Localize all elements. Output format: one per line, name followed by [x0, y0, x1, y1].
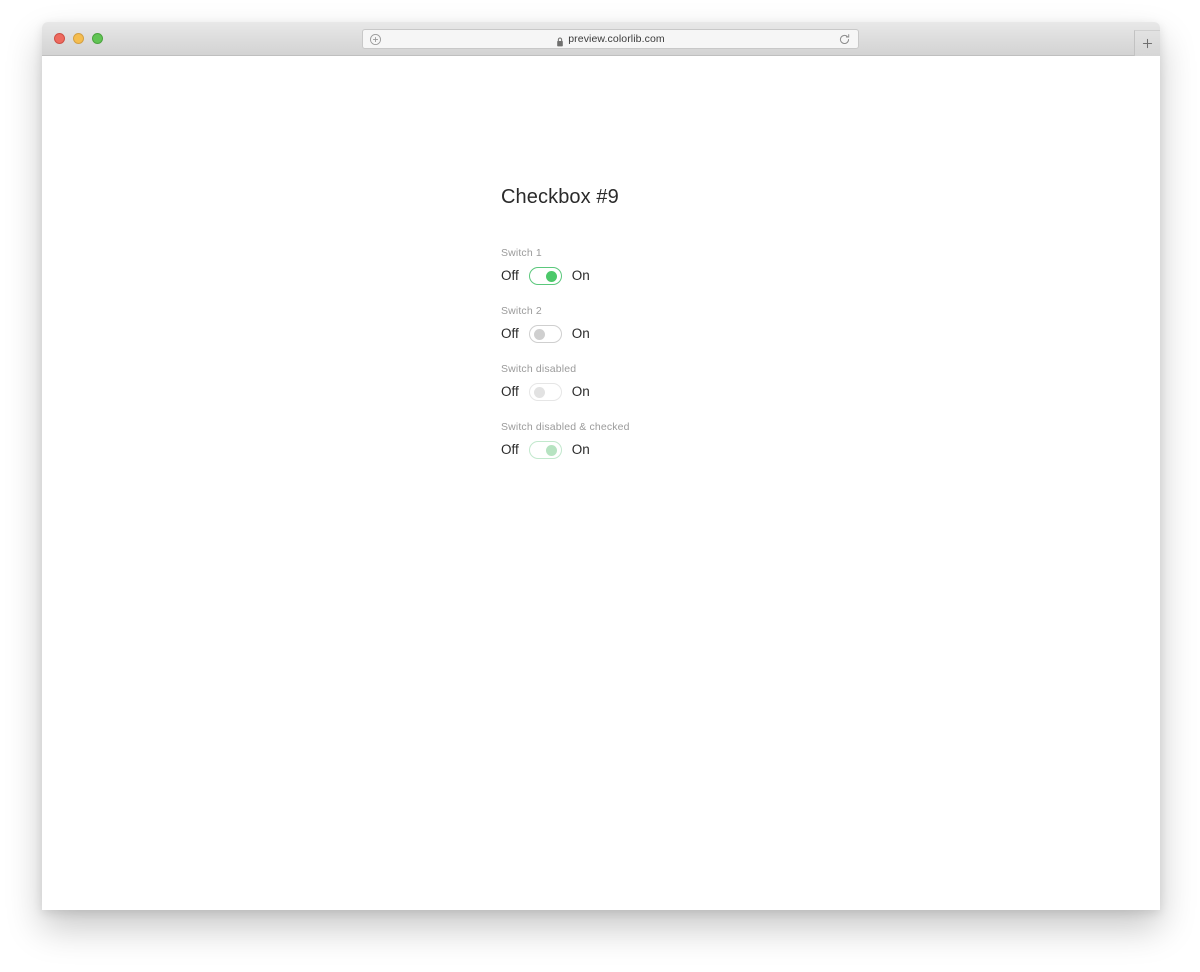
- toggle-switch-2[interactable]: [528, 325, 562, 343]
- toggle-knob-1: [545, 271, 557, 282]
- switch-group-2: Switch 2 Off On: [501, 305, 1021, 343]
- switch-group-3: Switch disabled Off On: [501, 363, 1021, 401]
- lock-icon: [556, 34, 564, 47]
- close-window-button[interactable]: [54, 33, 65, 44]
- switch-on-text-4: On: [571, 442, 590, 458]
- content-container: Checkbox #9 Switch 1 Off On Switch 2 Off: [501, 186, 1021, 479]
- reload-icon[interactable]: [838, 33, 851, 46]
- minimize-window-button[interactable]: [73, 33, 84, 44]
- switch-on-text-2: On: [571, 326, 590, 342]
- switch-off-text-3: Off: [501, 384, 519, 400]
- switch-on-text-3: On: [571, 384, 590, 400]
- browser-titlebar: preview.colorlib.com: [42, 22, 1160, 56]
- switch-label-2: Switch 2: [501, 305, 542, 317]
- toggle-switch-3-disabled: [528, 383, 562, 401]
- switch-on-text-1: On: [571, 268, 590, 284]
- maximize-window-button[interactable]: [92, 33, 103, 44]
- toggle-knob-4: [545, 445, 557, 456]
- address-url-group: preview.colorlib.com: [363, 32, 858, 47]
- toggle-switch-1[interactable]: [528, 267, 562, 285]
- browser-window: preview.colorlib.com Checkbox #9 Switch …: [42, 22, 1160, 910]
- switch-label-3: Switch disabled: [501, 363, 577, 375]
- toggle-switch-4-disabled-checked: [528, 441, 562, 459]
- switch-row-3: Off On: [501, 383, 1021, 401]
- switch-row-4: Off On: [501, 441, 1021, 459]
- address-bar[interactable]: preview.colorlib.com: [362, 29, 859, 49]
- page-viewport: Checkbox #9 Switch 1 Off On Switch 2 Off: [42, 56, 1160, 910]
- switch-row-2: Off On: [501, 325, 1021, 343]
- switch-label-4: Switch disabled & checked: [501, 421, 630, 433]
- toggle-knob-2: [533, 329, 545, 340]
- new-tab-button[interactable]: [1134, 30, 1160, 56]
- switch-row-1: Off On: [501, 267, 1021, 285]
- switch-off-text-1: Off: [501, 268, 519, 284]
- switch-group-1: Switch 1 Off On: [501, 247, 1021, 285]
- switch-off-text-2: Off: [501, 326, 519, 342]
- switch-off-text-4: Off: [501, 442, 519, 458]
- add-circle-icon[interactable]: [369, 33, 382, 46]
- toggle-knob-3: [533, 387, 545, 398]
- window-controls: [54, 33, 103, 44]
- address-url-text: preview.colorlib.com: [568, 32, 665, 45]
- page-title: Checkbox #9: [501, 186, 619, 208]
- switch-group-4: Switch disabled & checked Off On: [501, 421, 1021, 459]
- switch-label-1: Switch 1: [501, 247, 542, 259]
